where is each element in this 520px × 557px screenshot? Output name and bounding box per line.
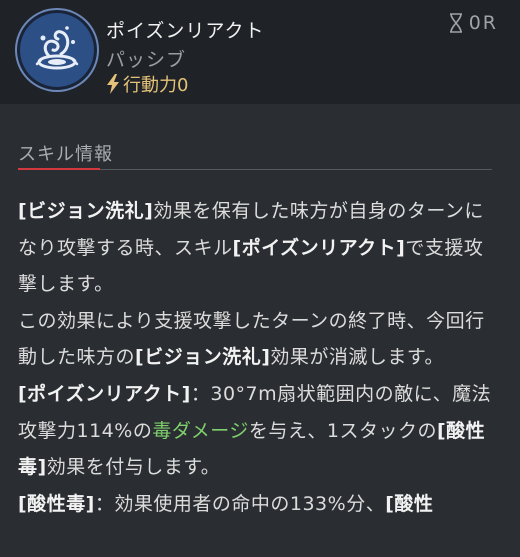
poison-swirl-icon	[20, 13, 94, 87]
keyword-poison-react: [ポイズンリアクト]	[18, 382, 191, 405]
hourglass-icon	[449, 13, 462, 33]
skill-info-section: スキル情報	[18, 140, 492, 170]
skill-header: ポイズンリアクト パッシブ 行動力0 0R	[0, 0, 520, 104]
desc-text: 効果を付与します。	[46, 456, 221, 479]
skill-cost: 0R	[449, 12, 498, 34]
desc-paragraph-1: [ビジョン洗礼]効果を保有した味方が自身のターンになり攻撃する時、スキル[ポイズ…	[18, 193, 498, 303]
keyword-poison-damage: 毒ダメージ	[152, 419, 249, 442]
desc-paragraph-4: [酸性毒]：効果使用者の命中の133%分、[酸性	[18, 486, 498, 523]
action-point-row: 行動力0	[106, 71, 188, 97]
section-divider-accent	[18, 168, 100, 170]
action-point-label: 行動力0	[123, 75, 189, 96]
desc-paragraph-2: この効果により支援攻撃したターンの終了時、今回行動した味方の[ビジョン洗礼]効果…	[18, 303, 498, 376]
cost-value: 0R	[468, 12, 498, 34]
keyword-acid-poison: [酸性毒]	[18, 492, 95, 515]
skill-name: ポイズンリアクト	[106, 20, 265, 42]
desc-text: を与え、1スタックの	[248, 419, 437, 442]
skill-description: [ビジョン洗礼]効果を保有した味方が自身のターンになり攻撃する時、スキル[ポイズ…	[18, 193, 498, 522]
desc-text: ：効果使用者の命中の133%分、	[94, 492, 386, 515]
section-divider	[18, 168, 492, 170]
section-title[interactable]: スキル情報	[18, 140, 492, 169]
keyword-vision-baptism: [ビジョン洗礼]	[18, 200, 154, 222]
lightning-icon	[107, 74, 119, 94]
skill-type: パッシブ	[106, 49, 187, 71]
keyword-acid-poison-cut: [酸性	[385, 492, 434, 515]
desc-paragraph-3: [ポイズンリアクト]：30°7m扇状範囲内の敵に、魔法攻撃力114%の毒ダメージ…	[18, 376, 498, 486]
keyword-vision-baptism: [ビジョン洗礼]	[135, 346, 271, 369]
keyword-poison-react: [ポイズンリアクト]	[232, 236, 406, 259]
desc-text: 効果が消滅します。	[270, 346, 444, 369]
